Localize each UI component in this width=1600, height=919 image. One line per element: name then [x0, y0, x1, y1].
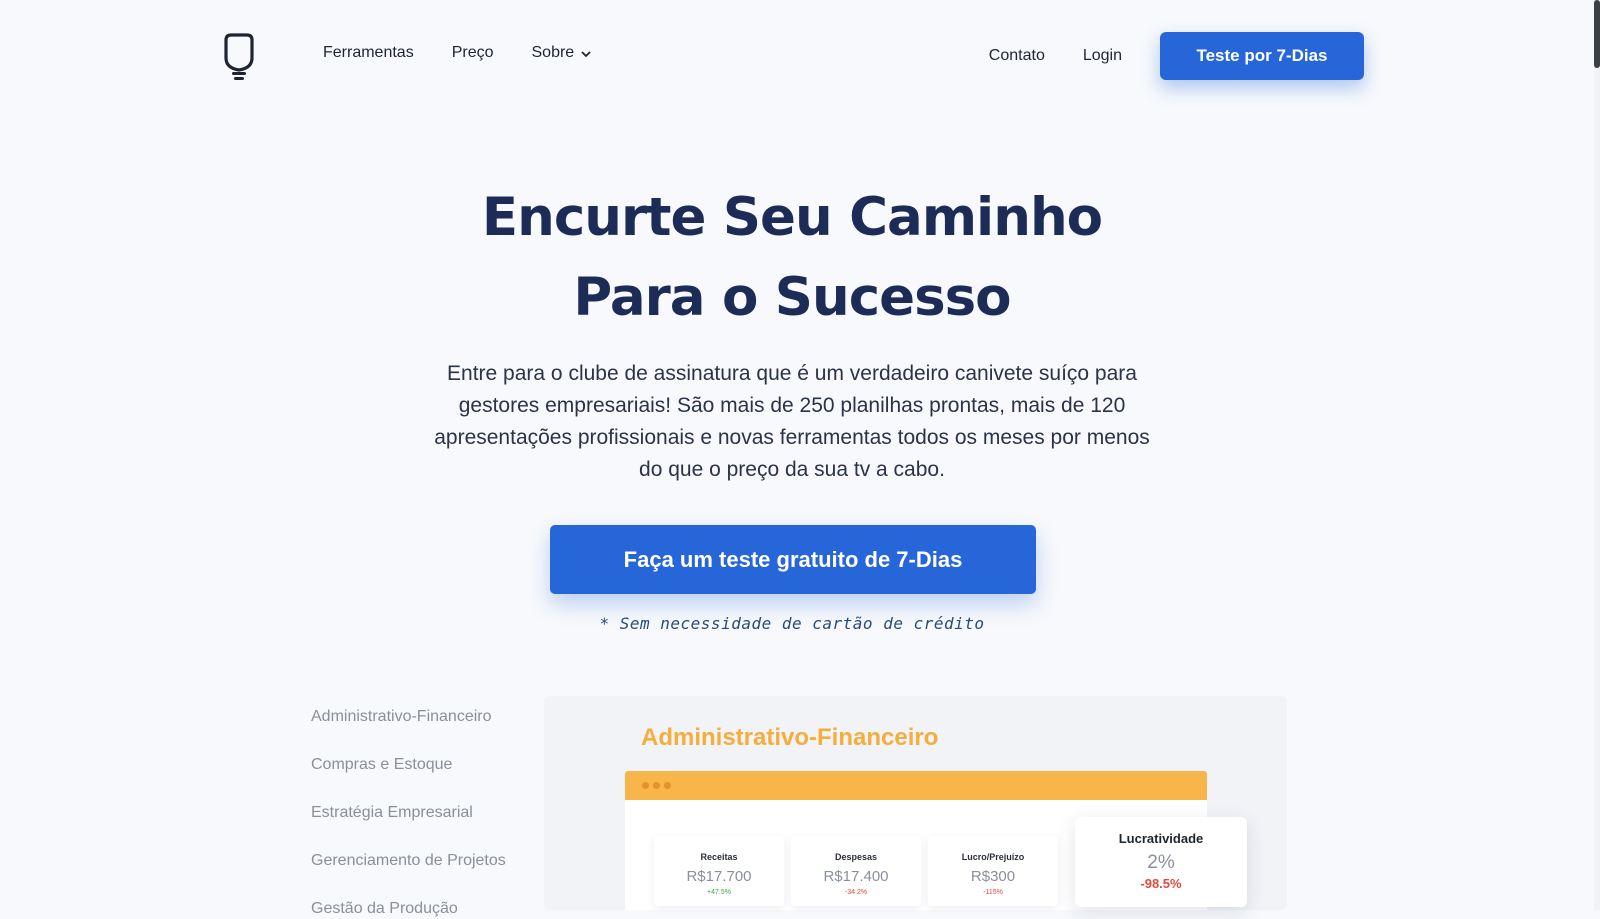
trial-header-button[interactable]: Teste por 7-Dias: [1160, 32, 1364, 80]
nav-ferramentas[interactable]: Ferramentas: [323, 44, 414, 62]
secondary-nav: Contato Login Teste por 7-Dias: [989, 32, 1364, 80]
site-header: Ferramentas Preço Sobre Contato Login Te…: [220, 32, 1364, 80]
kpi-delta: +47.5%: [707, 889, 731, 896]
kpi-label: Lucro/Prejuízo: [961, 852, 1025, 862]
kpi-delta: -34.2%: [844, 889, 868, 896]
kpi-delta: -115%: [983, 889, 1003, 896]
nav-contato-label: Contato: [988, 47, 1045, 64]
kpi-label: Despesas: [834, 852, 878, 862]
category-list: Administrativo-Financeiro Compras e Esto…: [311, 706, 506, 919]
window-dot-icon: [642, 782, 649, 789]
nav-preco-label: Preço: [451, 44, 494, 61]
window-dot-icon: [653, 782, 660, 789]
category-estrategia-empresarial[interactable]: Estratégia Empresarial: [311, 802, 506, 823]
preview-title: Administrativo-Financeiro: [641, 724, 939, 751]
lucratividade-delta: -98.5%: [1140, 876, 1182, 891]
primary-nav: Ferramentas Preço Sobre: [323, 44, 592, 62]
kpi-card-receitas: Receitas R$17.700 +47.5%: [654, 836, 784, 906]
nav-login-label: Login: [1082, 47, 1122, 64]
hero-title-line2: Para o Sucesso: [573, 267, 1011, 328]
category-administrativo-financeiro[interactable]: Administrativo-Financeiro: [311, 706, 506, 727]
nav-preco[interactable]: Preço: [452, 44, 494, 62]
category-compras-estoque[interactable]: Compras e Estoque: [311, 754, 506, 775]
nav-ferramentas-label: Ferramentas: [323, 44, 414, 61]
no-credit-card-note: * Sem necessidade de cartão de crédito: [599, 614, 985, 633]
kpi-value: R$17.400: [823, 868, 889, 885]
category-gerenciamento-projetos[interactable]: Gerenciamento de Projetos: [311, 850, 506, 871]
category-gestao-producao[interactable]: Gestão da Produção: [311, 898, 506, 919]
scrollbar-track[interactable]: [1594, 0, 1600, 910]
kpi-card-lucro-prejuizo: Lucro/Prejuízo R$300 -115%: [928, 836, 1058, 906]
window-title-bar: [625, 771, 1207, 800]
kpi-value: R$17.700: [686, 868, 752, 885]
chevron-down-icon: [580, 47, 592, 59]
kpi-card-despesas: Despesas R$17.400 -34.2%: [791, 836, 921, 906]
hero-title-line1: Encurte Seu Caminho: [481, 187, 1103, 248]
lucratividade-label: Lucratividade: [1118, 831, 1204, 846]
nav-sobre-dropdown[interactable]: Sobre: [532, 44, 593, 62]
scrollbar-thumb[interactable]: [1594, 0, 1600, 68]
free-trial-button[interactable]: Faça um teste gratuito de 7-Dias: [550, 525, 1036, 594]
kpi-value: R$300: [970, 868, 1016, 885]
nav-contato[interactable]: Contato: [989, 47, 1045, 65]
kpi-label: Receitas: [700, 852, 738, 862]
nav-login[interactable]: Login: [1083, 47, 1122, 65]
window-dot-icon: [664, 782, 671, 789]
nav-sobre-label: Sobre: [531, 44, 575, 61]
hero-title: Encurte Seu Caminho Para o Sucesso: [0, 178, 1584, 338]
lucratividade-value: 2%: [1147, 852, 1175, 873]
kpi-card-lucratividade: Lucratividade 2% -98.5%: [1075, 817, 1247, 907]
hero-subtitle: Entre para o clube de assinatura que é u…: [434, 362, 1150, 481]
lightbulb-logo-icon[interactable]: [220, 32, 258, 82]
